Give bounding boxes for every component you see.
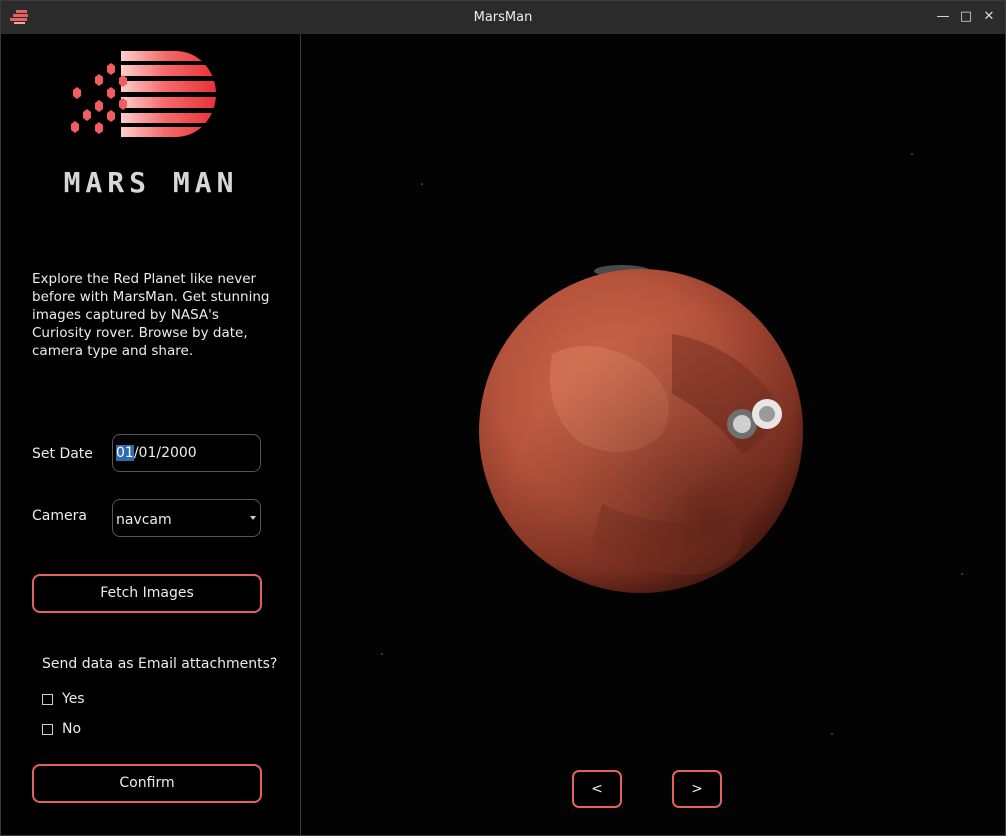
image-viewer <box>302 34 1005 835</box>
date-label: Set Date <box>32 446 93 462</box>
mars-photo <box>381 153 963 735</box>
window-title: MarsMan <box>473 10 533 25</box>
title-bar[interactable]: MarsMan — □ ✕ <box>1 1 1005 34</box>
fetch-images-button[interactable]: Fetch Images <box>32 574 262 613</box>
email-question: Send data as Email attachments? <box>42 656 278 672</box>
previous-image-button[interactable]: < <box>572 770 622 808</box>
close-icon[interactable]: ✕ <box>981 8 997 26</box>
no-label: No <box>62 721 82 737</box>
chevron-down-icon[interactable] <box>250 516 256 520</box>
date-selected-segment: 01 <box>116 445 134 461</box>
date-value: 01/01/2000 <box>116 445 197 461</box>
camera-selected-value: navcam <box>116 512 172 528</box>
camera-select[interactable]: navcam <box>112 499 261 537</box>
no-checkbox[interactable] <box>42 724 53 735</box>
next-image-button[interactable]: > <box>672 770 722 808</box>
app-description: Explore the Red Planet like never before… <box>32 271 270 359</box>
mars-man-logo <box>71 51 216 137</box>
minimize-icon[interactable]: — <box>935 8 951 26</box>
app-window: MarsMan — □ ✕ MARS MAN Explore the Red P… <box>0 0 1006 836</box>
date-input[interactable]: 01/01/2000 <box>112 434 261 472</box>
brand-name: MARS MAN <box>63 166 239 199</box>
yes-checkbox[interactable] <box>42 694 53 705</box>
yes-label: Yes <box>62 691 85 707</box>
date-remaining: /01/2000 <box>133 445 197 461</box>
sidebar: MARS MAN Explore the Red Planet like nev… <box>1 34 301 835</box>
camera-label: Camera <box>32 508 87 524</box>
confirm-button[interactable]: Confirm <box>32 764 262 803</box>
maximize-icon[interactable]: □ <box>958 8 974 26</box>
